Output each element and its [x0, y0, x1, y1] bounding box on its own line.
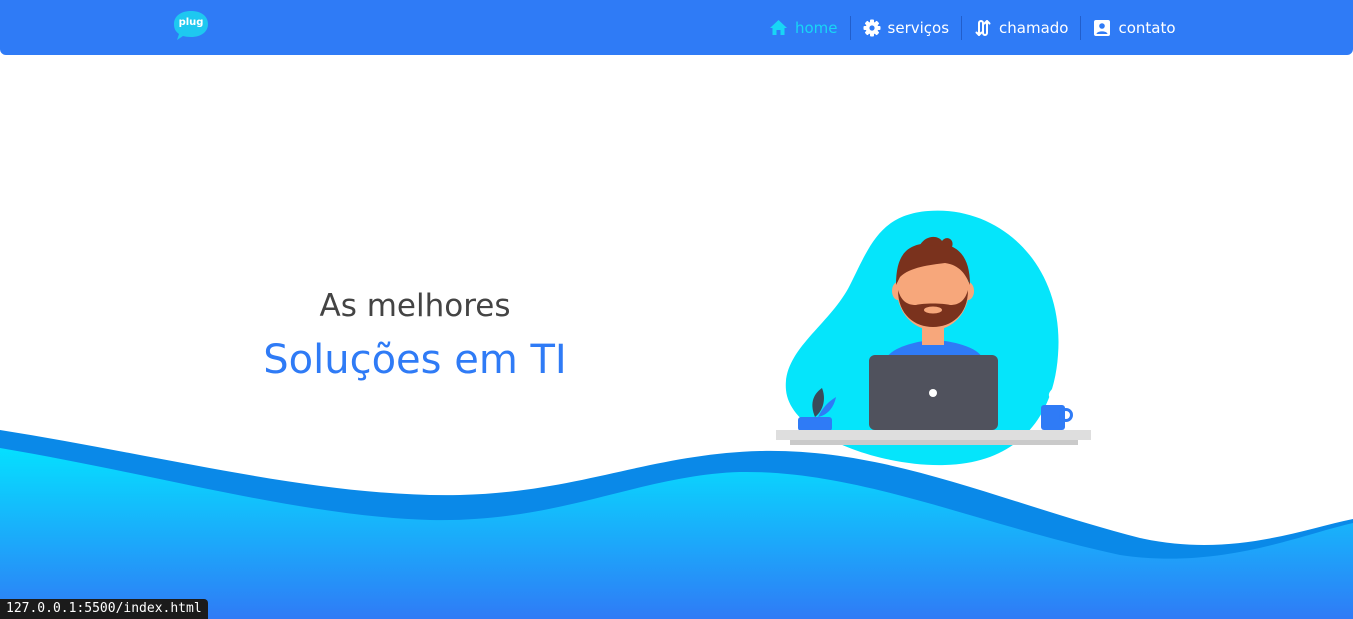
- logo-text: plug: [178, 17, 204, 28]
- status-bar-url: 127.0.0.1:5500/index.html: [0, 599, 208, 619]
- nav-contato-label: contato: [1118, 18, 1176, 37]
- nav-servicos-label: serviços: [887, 18, 950, 37]
- home-icon: [770, 20, 787, 35]
- hero-title: Soluções em TI: [263, 337, 567, 383]
- main-nav: home serviços chamado contato: [757, 0, 1188, 55]
- nav-chamado-label: chamado: [999, 18, 1069, 37]
- contact-card-icon: [1094, 19, 1111, 36]
- nav-home[interactable]: home: [757, 15, 851, 40]
- nav-chamado[interactable]: chamado: [962, 15, 1082, 40]
- hero-wave: [0, 430, 1353, 619]
- hero-subtitle: As melhores: [319, 288, 511, 324]
- navbar: plug home serviços chamado contato: [0, 0, 1353, 55]
- nav-servicos[interactable]: serviços: [851, 15, 963, 40]
- nav-contato[interactable]: contato: [1081, 16, 1187, 40]
- gear-icon: [863, 19, 881, 36]
- logo[interactable]: plug: [173, 9, 209, 41]
- nav-home-label: home: [795, 18, 838, 37]
- developer-illustration: [776, 210, 1091, 466]
- swap-icon: [975, 19, 991, 36]
